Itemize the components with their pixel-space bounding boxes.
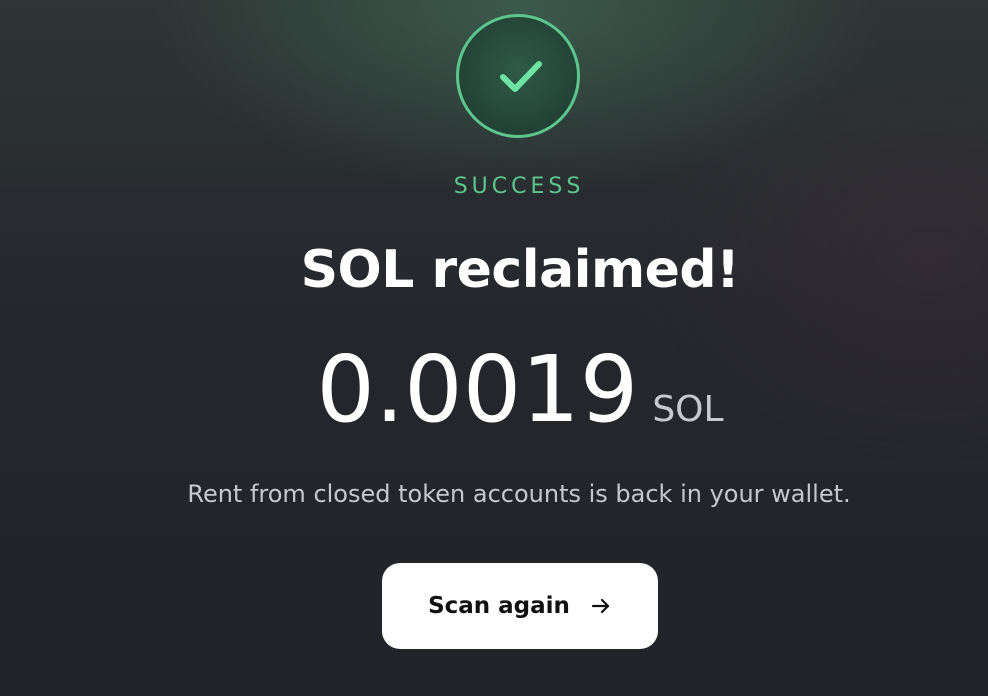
amount-unit: SOL bbox=[652, 389, 724, 430]
check-icon bbox=[500, 61, 542, 92]
success-label: SUCCESS bbox=[453, 174, 585, 199]
success-message: Rent from closed token accounts is back … bbox=[187, 480, 851, 508]
arrow-right-icon bbox=[591, 598, 610, 614]
page-title: SOL reclaimed! bbox=[300, 240, 740, 300]
amount-value: 0.0019 bbox=[316, 336, 639, 443]
success-status-badge bbox=[456, 14, 580, 138]
reclaimed-amount: 0.0019 SOL bbox=[0, 330, 988, 450]
scan-again-button[interactable]: Scan again bbox=[382, 563, 658, 649]
scan-again-label: Scan again bbox=[428, 593, 570, 619]
